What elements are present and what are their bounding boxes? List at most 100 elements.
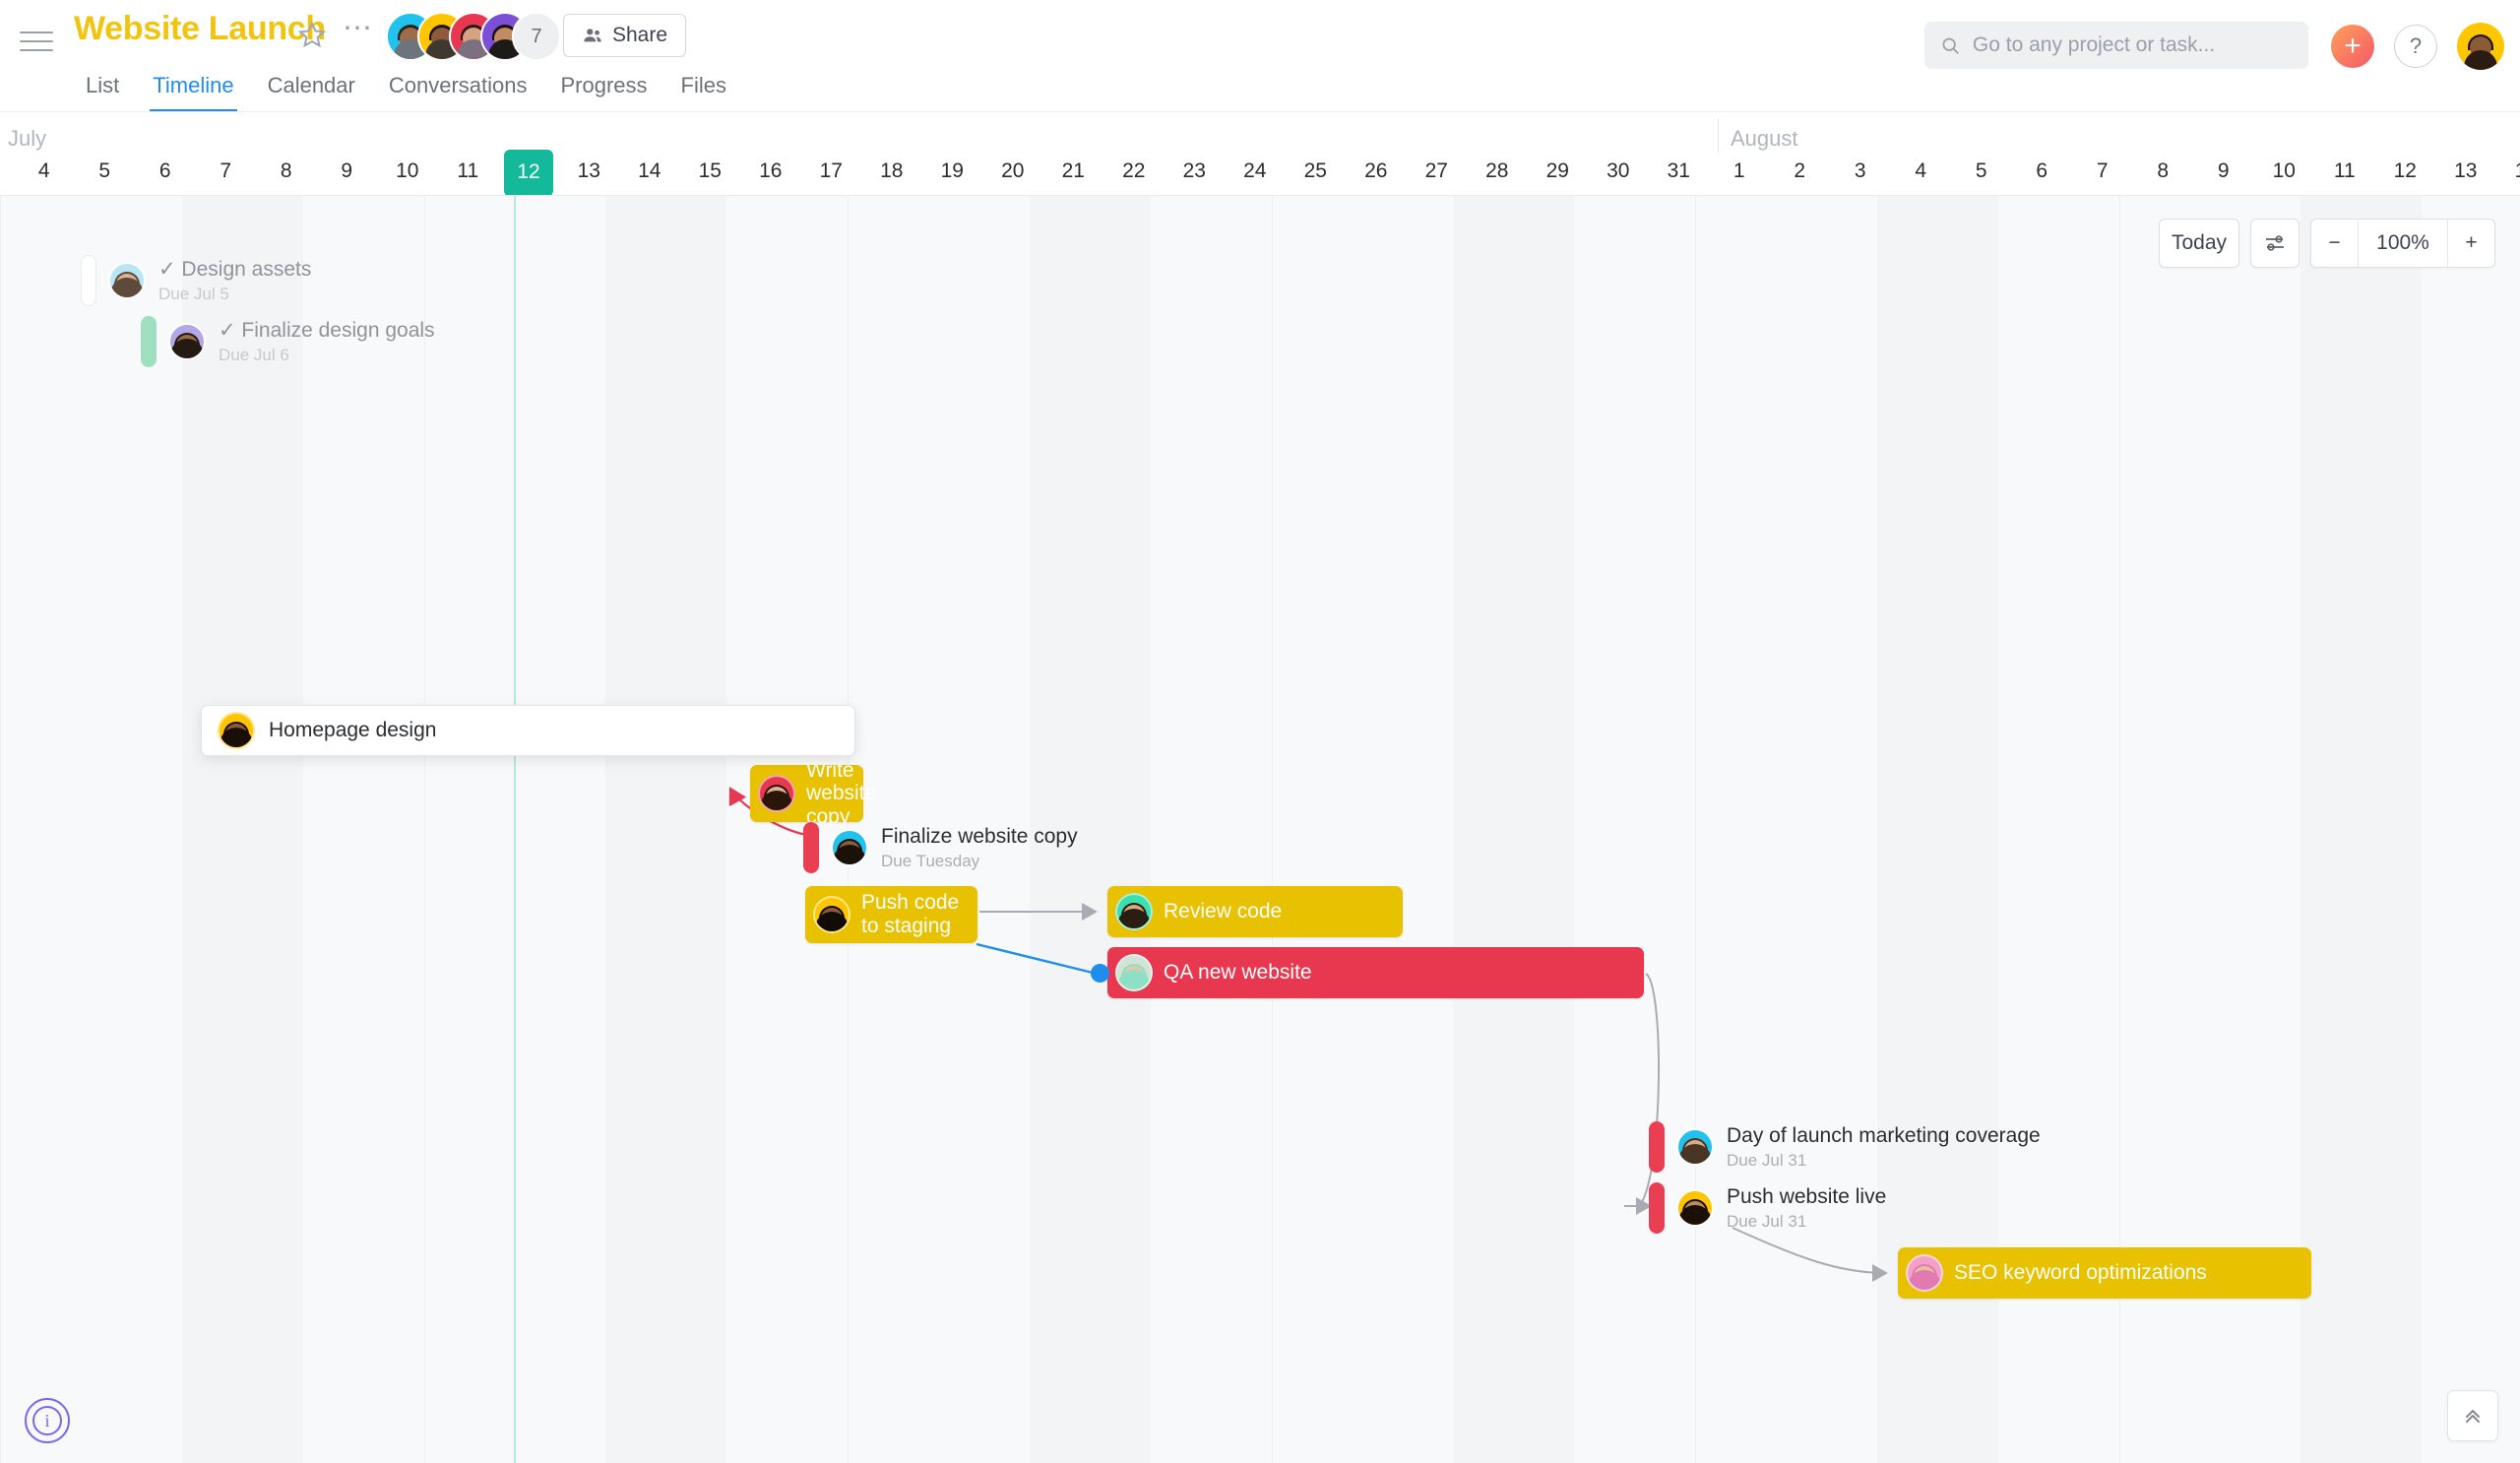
zoom-controls: − 100% + [2310,219,2495,268]
day-tick: 16 [759,159,783,182]
help-button[interactable]: ? [2394,25,2437,68]
task-date-marker[interactable] [81,255,96,306]
task-title: Review code [1164,900,1283,923]
task-bar-push-code-to-staging[interactable]: Push code to staging [805,886,977,943]
zoom-level-label: 100% [2376,231,2429,254]
filter-button[interactable] [2250,219,2300,268]
tab-list[interactable]: List [69,73,136,112]
task-date-marker[interactable] [803,822,819,873]
double-chevron-up-icon [2466,1410,2480,1423]
month-label: August [1731,126,1798,151]
task-title: Day of launch marketing coverage [1727,1124,2041,1148]
task-stub-push-website-live[interactable]: Push website live Due Jul 31 [1649,1182,1886,1234]
assignee-avatar [108,262,146,299]
day-tick: 11 [457,159,479,182]
people-icon [584,29,601,42]
timeline-header: July August 4 5 6 7 8 9 10 11 12 13 14 15 16 17 18 19 20 21… [0,112,2520,196]
day-tick: 6 [158,159,171,182]
current-user-avatar[interactable] [2457,23,2504,70]
ellipsis-icon[interactable]: ⋯ [343,14,374,43]
task-text: ✓ Finalize design goals Due Jul 6 [219,318,435,364]
day-tick: 25 [1303,159,1327,182]
day-tick: 20 [1001,159,1025,182]
week-gridline [1695,196,1696,1463]
task-title: QA new website [1164,961,1312,985]
task-bar-write-website-copy[interactable]: Write website copy [750,759,876,828]
task-title: Push code to staging [861,891,960,937]
tab-progress[interactable]: Progress [544,73,664,112]
assignee-avatar [1115,954,1153,991]
dragging-task-card-homepage-design[interactable]: Homepage design [201,705,855,756]
tab-calendar[interactable]: Calendar [251,73,372,112]
task-stub-finalize-website-copy[interactable]: Finalize website copy Due Tuesday [803,822,1078,873]
day-tick: 29 [1545,159,1569,182]
today-button[interactable]: Today [2159,219,2239,268]
task-stub-day-of-launch-marketing-coverage[interactable]: Day of launch marketing coverage Due Jul … [1649,1121,2041,1173]
day-tick: 5 [98,159,111,182]
month-label: July [8,126,47,151]
zoom-out-button[interactable]: − [2311,220,2359,267]
task-date-marker[interactable] [1649,1121,1665,1173]
day-tick: 12 [2393,159,2417,182]
task-stub-design-assets[interactable]: ✓ Design assets Due Jul 5 [81,255,311,306]
task-bar-seo-keyword-optimizations[interactable]: SEO keyword optimizations [1898,1247,2311,1299]
tab-files[interactable]: Files [664,73,743,112]
tab-timeline[interactable]: Timeline [136,73,250,112]
task-due-date: Due Jul 6 [219,345,289,364]
zoom-in-button[interactable]: + [2447,220,2494,267]
page-title[interactable]: Website Launch [74,10,326,48]
collapse-button[interactable] [2447,1390,2498,1441]
day-tick: 4 [1915,159,1927,182]
task-title: ✓ Finalize design goals [219,319,435,343]
assignee-avatar [1676,1128,1714,1166]
task-text: ✓ Design assets Due Jul 5 [158,257,311,303]
link-drag-handle[interactable] [1091,964,1109,983]
task-due-date: Due Tuesday [881,851,980,870]
task-bar-qa-new-website[interactable]: QA new website [1107,947,1644,998]
weekend-band [2300,196,2422,1463]
member-overflow-count[interactable]: 7 [512,12,561,61]
hamburger-icon[interactable] [20,32,53,53]
view-tabs: List Timeline Calendar Conversations Progres… [69,55,743,112]
day-tick: 19 [940,159,964,182]
search-icon [1942,37,1959,54]
task-stub-finalize-design-goals[interactable]: ✓ Finalize design goals Due Jul 6 [141,316,435,367]
info-button[interactable]: i [25,1398,70,1443]
info-icon: i [32,1406,62,1435]
tab-conversations[interactable]: Conversations [372,73,544,112]
task-date-marker[interactable] [141,316,157,367]
task-text: Day of launch marketing coverage Due Jul … [1727,1123,2041,1170]
task-text: Push website live Due Jul 31 [1727,1184,1886,1231]
day-tick: 4 [37,159,50,182]
search-input[interactable] [1972,33,2293,57]
day-tick: 7 [220,159,232,182]
week-gridline [1271,196,1273,1463]
assignee-avatar [1676,1189,1714,1227]
day-tick: 1 [1732,159,1745,182]
day-tick: 14 [2496,159,2520,183]
assignee-avatar [813,896,850,933]
task-text: Finalize website copy Due Tuesday [881,824,1078,870]
day-tick: 10 [2272,159,2296,182]
day-tick: 22 [1122,159,1146,182]
task-title: Homepage design [269,719,437,741]
task-title: Push website live [1727,1185,1887,1209]
day-tick: 26 [1364,159,1388,182]
weekend-band [605,196,726,1463]
share-label: Share [612,24,668,46]
weekend-band [181,196,303,1463]
task-title: ✓ Design assets [158,258,312,282]
day-tick: 5 [1975,159,1987,182]
share-button[interactable]: Share [563,14,687,57]
day-tick: 28 [1485,159,1509,182]
week-gridline [0,196,1,1463]
task-date-marker[interactable] [1649,1182,1665,1234]
search-bar[interactable] [1924,22,2308,69]
star-icon[interactable] [297,20,327,49]
timeline-canvas[interactable]: ✓ Design assets Due Jul 5 ✓ Finalize desig… [0,196,2520,1463]
day-tick: 8 [2157,159,2170,182]
day-tick: 17 [819,159,843,182]
assignee-avatar [758,775,795,812]
task-bar-review-code[interactable]: Review code [1107,886,1403,937]
create-button[interactable]: + [2331,25,2374,68]
